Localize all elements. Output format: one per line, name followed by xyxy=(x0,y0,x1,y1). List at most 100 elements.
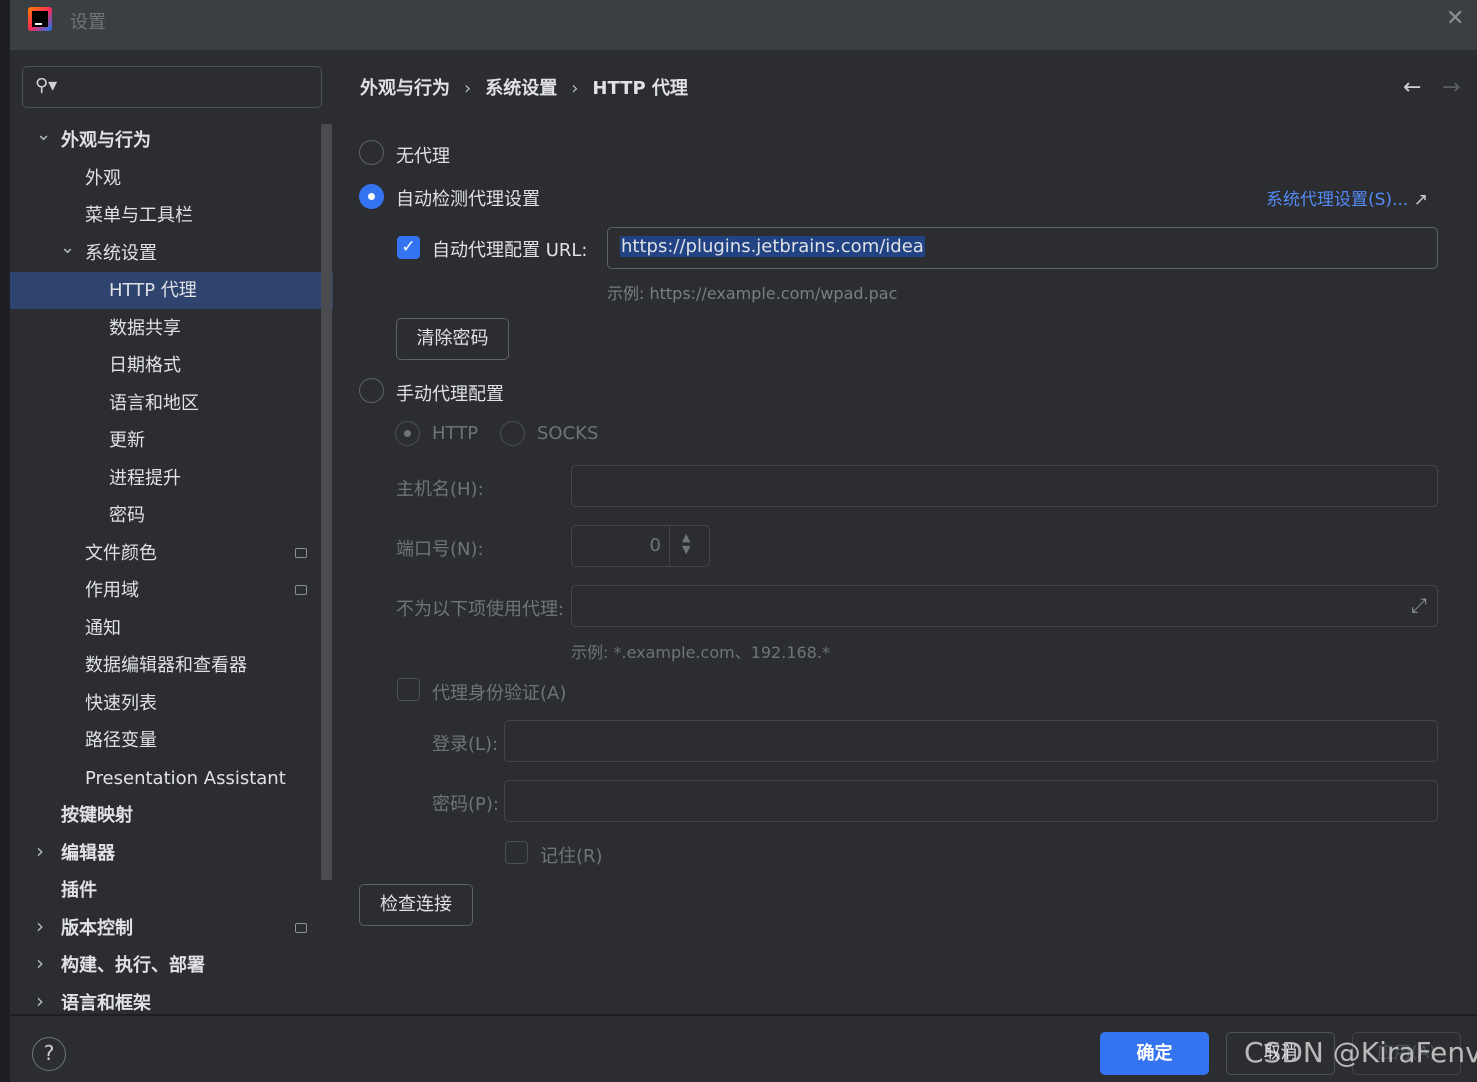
sidebar-item[interactable]: 进程提升 xyxy=(109,460,181,497)
sidebar-item[interactable]: 菜单与工具栏 xyxy=(85,197,193,234)
sidebar-item-label: 菜单与工具栏 xyxy=(85,205,193,226)
no-proxy-for-input[interactable]: ⤢ xyxy=(571,585,1438,627)
chevron-right-icon[interactable]: › xyxy=(36,914,44,938)
proxy-auth-checkbox[interactable] xyxy=(397,678,420,701)
sidebar-item-label: 外观 xyxy=(85,167,121,189)
port-label: 端口号(N): xyxy=(396,539,484,560)
socks-type-label: SOCKS xyxy=(537,423,599,444)
sidebar-item-label: 按键映射 xyxy=(61,805,133,826)
sidebar-item[interactable]: 版本控制 xyxy=(61,910,133,947)
sidebar-item[interactable]: 路径变量 xyxy=(85,722,157,759)
sidebar-item-label: 通知 xyxy=(85,617,121,639)
host-input[interactable] xyxy=(571,465,1438,507)
login-input[interactable] xyxy=(504,720,1438,762)
sidebar-item[interactable]: 密码 xyxy=(109,497,145,534)
sidebar-item-label: 构建、执行、部署 xyxy=(61,955,205,976)
breadcrumb-item[interactable]: 系统设置 xyxy=(485,78,557,99)
auto-config-url-checkbox[interactable]: ✓ xyxy=(397,236,420,259)
sidebar-item[interactable]: 构建、执行、部署 xyxy=(61,947,205,984)
sidebar-item[interactable]: 文件颜色 xyxy=(85,535,157,572)
sidebar-item-label: 文件颜色 xyxy=(85,542,157,564)
sidebar-item[interactable]: 日期格式 xyxy=(109,347,181,384)
chevron-down-icon[interactable]: ⌄ xyxy=(60,237,75,258)
password-input[interactable] xyxy=(504,780,1438,822)
help-button[interactable]: ? xyxy=(32,1037,66,1071)
intellij-logo-icon xyxy=(28,7,52,31)
chevron-right-icon: › xyxy=(571,78,579,99)
sidebar-item-label: Presentation Assistant xyxy=(85,767,286,789)
chevron-right-icon: › xyxy=(464,78,472,99)
socks-type-radio[interactable] xyxy=(500,421,525,446)
sidebar-item[interactable]: 插件 xyxy=(61,872,97,909)
back-arrow-icon[interactable]: ← xyxy=(1403,75,1421,100)
expand-icon[interactable]: ⤢ xyxy=(1411,593,1427,617)
sidebar-item-label: 语言和框架 xyxy=(61,992,151,1014)
host-label: 主机名(H): xyxy=(396,479,484,500)
sidebar-item-label: 路径变量 xyxy=(85,730,157,751)
login-label: 登录(L): xyxy=(432,734,499,755)
sidebar-item-label: 语言和地区 xyxy=(109,392,199,414)
port-value: 0 xyxy=(649,535,661,556)
cancel-button[interactable]: 取消 xyxy=(1226,1032,1335,1075)
sidebar-item-label: 日期格式 xyxy=(109,355,181,376)
non-project-settings-icon xyxy=(295,547,307,558)
window-title: 设置 xyxy=(70,12,106,33)
breadcrumb-item[interactable]: 外观与行为 xyxy=(360,78,450,99)
sidebar-item[interactable]: 作用域 xyxy=(85,572,139,609)
sidebar-item[interactable]: 外观与行为 xyxy=(61,122,151,159)
sidebar-item[interactable]: 语言和地区 xyxy=(109,385,199,422)
sidebar-scrollbar[interactable] xyxy=(321,124,332,880)
sidebar-item-label: 更新 xyxy=(109,430,145,451)
sidebar-item-label: 作用域 xyxy=(85,580,139,601)
settings-search-input[interactable]: ⚲▾ xyxy=(22,66,322,108)
chevron-right-icon[interactable]: › xyxy=(36,951,44,975)
check-connection-button[interactable]: 检查连接 xyxy=(359,884,473,926)
remember-checkbox[interactable] xyxy=(505,841,528,864)
auto-config-url-label: 自动代理配置 URL: xyxy=(432,240,588,261)
sidebar-item[interactable]: 数据编辑器和查看器 xyxy=(85,647,247,684)
sidebar-item-label: 数据共享 xyxy=(109,317,181,339)
auto-detect-radio[interactable] xyxy=(359,184,384,209)
sidebar-item[interactable]: 快速列表 xyxy=(85,685,157,722)
sidebar-item-label: 数据编辑器和查看器 xyxy=(85,655,247,676)
auto-config-url-hint: 示例: https://example.com/wpad.pac xyxy=(607,284,898,303)
http-type-label: HTTP xyxy=(432,423,479,444)
apply-button[interactable]: 应用(A) xyxy=(1352,1032,1461,1075)
manual-proxy-radio[interactable] xyxy=(359,378,384,403)
non-project-settings-icon xyxy=(295,585,307,595)
sidebar-item[interactable]: 通知 xyxy=(85,610,121,647)
sidebar-item[interactable]: 外观 xyxy=(85,160,121,197)
sidebar-item[interactable]: 编辑器 xyxy=(61,835,115,872)
sidebar-item[interactable]: 更新 xyxy=(109,422,145,459)
remember-label: 记住(R) xyxy=(540,846,603,867)
sidebar-item-label: 系统设置 xyxy=(85,242,157,264)
http-type-radio[interactable] xyxy=(395,421,420,446)
sidebar-item[interactable]: 系统设置 xyxy=(85,235,157,272)
chevron-right-icon[interactable]: › xyxy=(36,989,44,1013)
background-window-strip xyxy=(0,0,10,1082)
non-project-settings-icon xyxy=(295,922,307,933)
ok-button[interactable]: 确定 xyxy=(1100,1032,1209,1075)
external-link-icon: ↗ xyxy=(1413,190,1428,210)
no-proxy-radio[interactable] xyxy=(359,140,384,165)
port-spinner[interactable]: 0 ▲ ▼ xyxy=(571,525,710,567)
spinner-arrows-icon[interactable]: ▲ ▼ xyxy=(682,532,690,556)
footer-divider xyxy=(10,1014,1477,1016)
chevron-down-icon[interactable]: ⌄ xyxy=(36,124,51,145)
clear-passwords-button[interactable]: 清除密码 xyxy=(396,318,509,360)
sidebar-item-label: 插件 xyxy=(61,880,97,901)
auto-config-url-input[interactable]: https://plugins.jetbrains.com/idea xyxy=(607,227,1438,269)
system-proxy-settings-link[interactable]: 系统代理设置(S)... ↗ xyxy=(1266,185,1428,210)
sidebar-item[interactable]: 按键映射 xyxy=(61,797,133,834)
no-proxy-label: 无代理 xyxy=(396,146,450,167)
sidebar-item-label: HTTP 代理 xyxy=(109,280,197,301)
forward-arrow-icon[interactable]: → xyxy=(1442,75,1460,100)
sidebar-item[interactable]: Presentation Assistant xyxy=(85,760,286,797)
close-icon[interactable]: ✕ xyxy=(1446,6,1464,31)
sidebar-item-label: 外观与行为 xyxy=(61,130,151,151)
sidebar-item[interactable]: HTTP 代理 xyxy=(109,272,197,309)
sidebar-item[interactable]: 数据共享 xyxy=(109,310,181,347)
auto-detect-label: 自动检测代理设置 xyxy=(396,189,540,210)
sidebar-item-label: 编辑器 xyxy=(61,842,115,864)
chevron-right-icon[interactable]: › xyxy=(36,839,44,863)
